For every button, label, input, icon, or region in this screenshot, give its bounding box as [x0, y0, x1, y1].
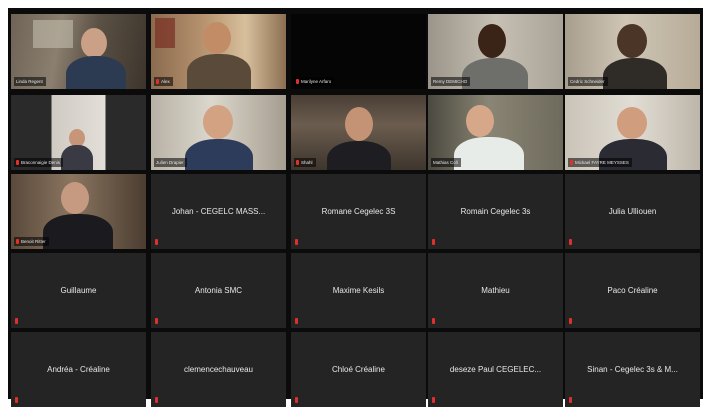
participant-video-tile[interactable]: Linda Regent: [11, 14, 146, 89]
muted-mic-icon: [156, 79, 159, 84]
participant-name: Sinan - Cegelec 3s & M...: [587, 365, 678, 374]
participant-name-tile[interactable]: Andréa - Créaline: [11, 332, 146, 407]
participant-name-tag: Mathias Coll: [431, 158, 461, 167]
participant-name: Julia Ulliouen: [608, 207, 657, 216]
participant-name-tile[interactable]: Antonia SMC: [151, 253, 286, 328]
participant-name-tag: Linda Regent: [14, 77, 46, 86]
participant-name-tag: Julien Drapier: [154, 158, 187, 167]
muted-mic-icon: [155, 239, 158, 245]
participant-name: Maxime Kesils: [332, 286, 385, 295]
participant-name-tile[interactable]: Chloé Créaline: [291, 332, 426, 407]
muted-mic-icon: [15, 318, 18, 324]
participant-name-tag: Remy DEMICHO: [431, 77, 471, 86]
muted-mic-icon: [295, 397, 298, 403]
participant-name: Romane Cegelec 3S: [321, 207, 396, 216]
participant-video-tile[interactable]: Marilyne Arfaro: [291, 14, 426, 89]
muted-mic-icon: [432, 239, 435, 245]
participant-video-tile[interactable]: Cedric Schneider: [565, 14, 700, 89]
participant-name: Mickael FAYRE MEYSSES: [575, 160, 629, 165]
participant-video-tile[interactable]: Remy DEMICHO: [428, 14, 563, 89]
participant-name-tag: Marilyne Arfaro: [294, 77, 335, 86]
participant-name: Chloé Créaline: [332, 365, 385, 374]
participant-name: Mathieu: [481, 286, 510, 295]
participant-name: Linda Regent: [16, 79, 43, 84]
muted-mic-icon: [155, 397, 158, 403]
participant-video-tile[interactable]: Benoit Ritter: [11, 174, 146, 249]
muted-mic-icon: [296, 79, 299, 84]
muted-mic-icon: [569, 318, 572, 324]
muted-mic-icon: [155, 318, 158, 324]
muted-mic-icon: [295, 318, 298, 324]
participant-video-tile[interactable]: Mickael FAYRE MEYSSES: [565, 95, 700, 170]
participant-name: Andréa - Créaline: [47, 365, 110, 374]
participant-name: Johan - CEGELC MASS...: [171, 207, 266, 216]
participant-name: Braconnaigie Denis: [21, 160, 61, 165]
muted-mic-icon: [432, 397, 435, 403]
participant-video-tile[interactable]: Alex: [151, 14, 286, 89]
participant-name-tile[interactable]: Romain Cegelec 3s: [428, 174, 563, 249]
participant-name-tile[interactable]: Paco Créaline: [565, 253, 700, 328]
participant-name-tile[interactable]: Julia Ulliouen: [565, 174, 700, 249]
participant-name: Paco Créaline: [607, 286, 658, 295]
muted-mic-icon: [570, 160, 573, 165]
muted-mic-icon: [569, 397, 572, 403]
participant-name-tile[interactable]: Romane Cegelec 3S: [291, 174, 426, 249]
participant-name-tile[interactable]: Guillaume: [11, 253, 146, 328]
participant-name-tile[interactable]: Mathieu: [428, 253, 563, 328]
participant-video-tile[interactable]: Shahl: [291, 95, 426, 170]
participant-name: Benoit Ritter: [21, 239, 46, 244]
participant-video-tile[interactable]: Braconnaigie Denis: [11, 95, 146, 170]
participant-name: Antonia SMC: [194, 286, 243, 295]
participant-name-tile[interactable]: Johan - CEGELC MASS...: [151, 174, 286, 249]
muted-mic-icon: [15, 397, 18, 403]
participant-name: Mathias Coll: [433, 160, 458, 165]
participant-name: Romain Cegelec 3s: [460, 207, 531, 216]
muted-mic-icon: [16, 160, 19, 165]
muted-mic-icon: [295, 239, 298, 245]
muted-mic-icon: [296, 160, 299, 165]
participant-name-tag: Mickael FAYRE MEYSSES: [568, 158, 632, 167]
participant-name-tag: Shahl: [294, 158, 316, 167]
gallery-view: Linda Regent Alex Marilyne Arfaro Remy D…: [8, 8, 703, 407]
participant-name-tile[interactable]: Sinan - Cegelec 3s & M...: [565, 332, 700, 407]
participant-name: Julien Drapier: [156, 160, 184, 165]
muted-mic-icon: [16, 239, 19, 244]
participant-name: Remy DEMICHO: [433, 79, 468, 84]
muted-mic-icon: [569, 239, 572, 245]
participant-name-tile[interactable]: clemencechauveau: [151, 332, 286, 407]
participant-name: Shahl: [301, 160, 313, 165]
participant-name: Cedric Schneider: [570, 79, 605, 84]
participant-name-tag: Braconnaigie Denis: [14, 158, 64, 167]
participant-name-tile[interactable]: deseze Paul CEGELEC...: [428, 332, 563, 407]
participant-video-tile[interactable]: Mathias Coll: [428, 95, 563, 170]
participant-name-tag: Benoit Ritter: [14, 237, 49, 246]
participant-name: Alex: [161, 79, 170, 84]
participant-name: clemencechauveau: [184, 365, 253, 374]
participant-name-tile[interactable]: Maxime Kesils: [291, 253, 426, 328]
participant-video-tile[interactable]: Julien Drapier: [151, 95, 286, 170]
participant-name-tag: Cedric Schneider: [568, 77, 608, 86]
muted-mic-icon: [432, 318, 435, 324]
participant-name: Guillaume: [60, 286, 97, 295]
participant-name-tag: Alex: [154, 77, 173, 86]
participant-name: deseze Paul CEGELEC...: [449, 365, 542, 374]
participant-name: Marilyne Arfaro: [301, 79, 332, 84]
